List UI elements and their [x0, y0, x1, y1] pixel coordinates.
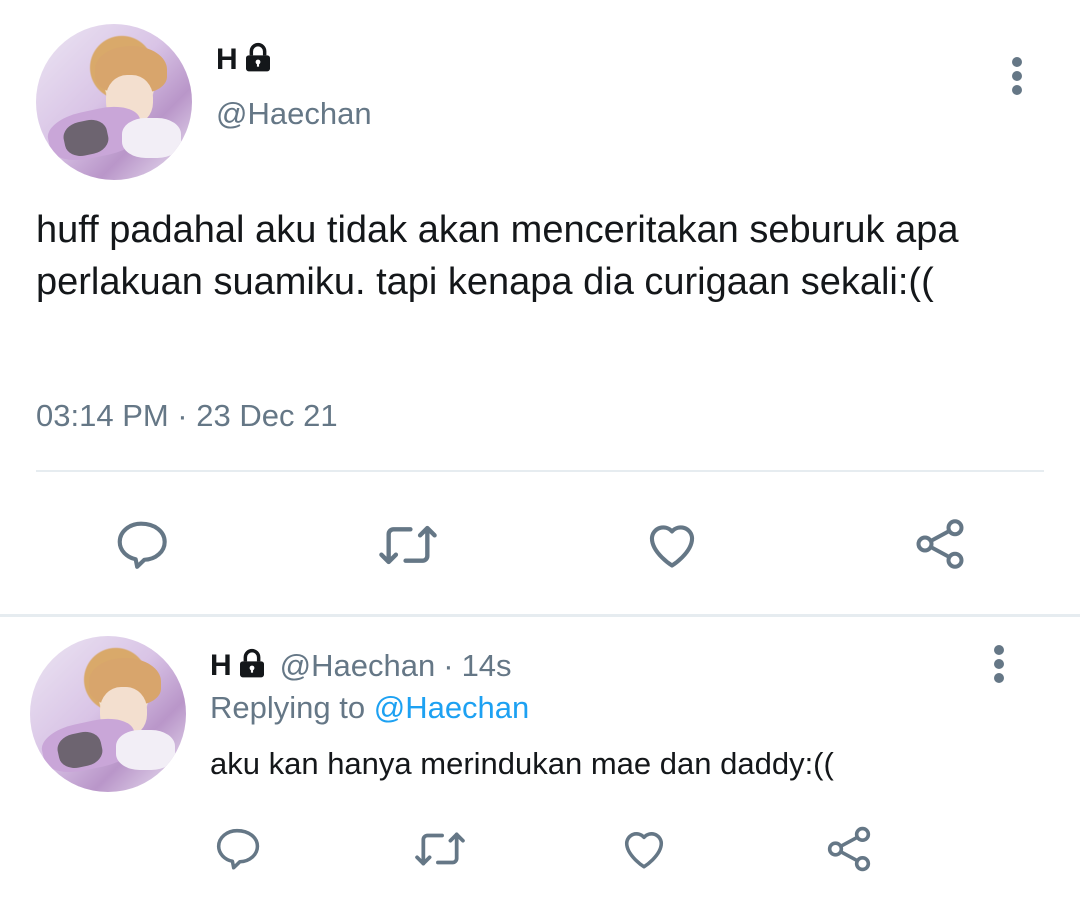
- lock-icon: [242, 42, 274, 79]
- share-icon[interactable]: [910, 514, 970, 579]
- display-name[interactable]: H: [216, 43, 238, 77]
- replying-to-label: Replying to: [210, 690, 366, 725]
- reply-header: H @Haechan · 14s: [210, 646, 512, 686]
- retweet-icon[interactable]: [376, 516, 440, 579]
- replying-to-line: Replying to @Haechan: [210, 690, 529, 726]
- avatar[interactable]: [36, 24, 192, 180]
- reply-time[interactable]: 14s: [462, 648, 512, 684]
- reply-avatar[interactable]: [30, 636, 186, 792]
- reply-icon[interactable]: [112, 516, 170, 579]
- share-icon[interactable]: [822, 822, 876, 881]
- like-icon[interactable]: [642, 516, 702, 579]
- like-icon[interactable]: [618, 824, 670, 879]
- reply-text: aku kan hanya merindukan mae dan daddy:(…: [210, 746, 834, 781]
- replying-to-link[interactable]: @Haechan: [374, 690, 530, 725]
- timestamp[interactable]: 03:14 PM · 23 Dec 21: [36, 398, 338, 434]
- more-options-icon[interactable]: [1002, 54, 1032, 98]
- section-divider: [0, 614, 1080, 617]
- reply-handle[interactable]: @Haechan: [280, 648, 436, 684]
- more-options-icon[interactable]: [984, 642, 1014, 686]
- divider: [36, 470, 1044, 472]
- reply-icon[interactable]: [212, 824, 262, 879]
- lock-icon: [236, 648, 268, 685]
- author-name-row: H: [216, 40, 274, 80]
- handle[interactable]: @Haechan: [216, 96, 372, 132]
- reply-display-name[interactable]: H: [210, 649, 232, 683]
- retweet-icon[interactable]: [412, 824, 468, 879]
- tweet-text: huff padahal aku tidak akan menceritakan…: [36, 209, 959, 303]
- separator: ·: [443, 648, 454, 683]
